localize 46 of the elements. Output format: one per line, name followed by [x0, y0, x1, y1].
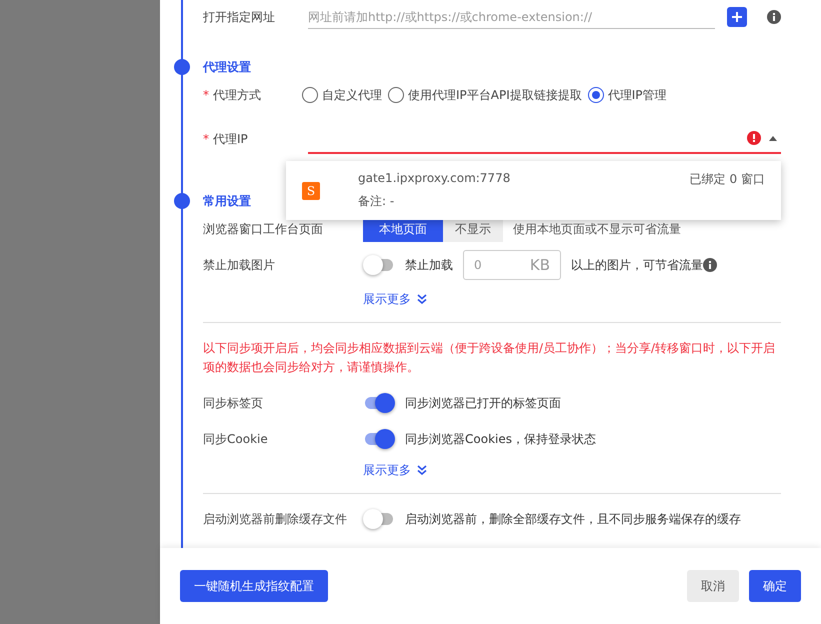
- toggle-switch[interactable]: [363, 393, 395, 413]
- bound-count: 已绑定 0 窗口: [690, 171, 765, 188]
- radio-option[interactable]: 代理IP管理: [588, 86, 667, 104]
- field-label: 同步标签页: [203, 394, 264, 412]
- toggle-label: 启动浏览器前，删除全部缓存文件，且不同步服务端保存的缓存: [405, 510, 741, 528]
- toggle-label: 禁止加载: [405, 256, 453, 274]
- section-title: 代理设置: [203, 58, 251, 76]
- plus-icon: [732, 12, 742, 22]
- toggle-switch[interactable]: [363, 509, 395, 529]
- radio-circle[interactable]: [588, 87, 604, 103]
- caret-icon: [769, 136, 777, 140]
- proxy-host[interactable]: gate1.ipxproxy.com:7778: [358, 171, 690, 185]
- field-label: 代理方式: [213, 88, 261, 102]
- toggle-switch[interactable]: [363, 429, 395, 449]
- field-label: 启动浏览器前删除缓存文件: [203, 510, 348, 528]
- required-mark: *: [203, 88, 209, 102]
- double-chevron-icon: [417, 465, 427, 475]
- confirm-button[interactable]: 确定: [749, 570, 801, 602]
- radio-option[interactable]: 使用代理IP平台API提取链接提取: [388, 86, 582, 104]
- cancel-button[interactable]: 取消: [687, 570, 739, 602]
- info-icon: [767, 10, 781, 24]
- proxy-logo: S: [302, 182, 320, 200]
- add-button[interactable]: [727, 7, 747, 27]
- field-label: 同步Cookie: [203, 430, 269, 448]
- warning-text: 以下同步项开启后，均会同步相应数据到云端（便于跨设备使用/员工协作）；当分享/转移窗口时，以下开启项的数据也会同步给对方，请谨慎操作。: [203, 340, 776, 376]
- field-label: 浏览器窗口工作台页面: [203, 220, 324, 238]
- hint-text: 以上的图片，可节省流量: [571, 256, 703, 274]
- toggle-switch[interactable]: [363, 255, 395, 275]
- show-more-link[interactable]: 展示更多: [363, 457, 781, 483]
- radio-option[interactable]: 自定义代理: [302, 86, 382, 104]
- error-icon: [747, 131, 761, 145]
- hint-text: 使用本地页面或不显示可省流量: [513, 220, 681, 238]
- section-title: 常用设置: [203, 192, 251, 210]
- double-chevron-icon: [417, 294, 427, 304]
- toggle-label: 同步浏览器已打开的标签页面: [405, 394, 561, 412]
- toggle-label: 同步浏览器Cookies，保持登录状态: [405, 430, 596, 448]
- random-fingerprint-button[interactable]: 一键随机生成指纹配置: [180, 570, 328, 602]
- info-icon: [703, 258, 717, 272]
- show-more-link[interactable]: 展示更多: [363, 286, 781, 312]
- field-label: 禁止加载图片: [203, 256, 276, 274]
- radio-circle[interactable]: [388, 87, 404, 103]
- field-label: 代理IP: [213, 132, 248, 146]
- field-label: 打开指定网址: [203, 8, 276, 26]
- proxy-note: 备注: -: [358, 193, 396, 210]
- required-mark: *: [203, 132, 209, 146]
- radio-circle[interactable]: [302, 87, 318, 103]
